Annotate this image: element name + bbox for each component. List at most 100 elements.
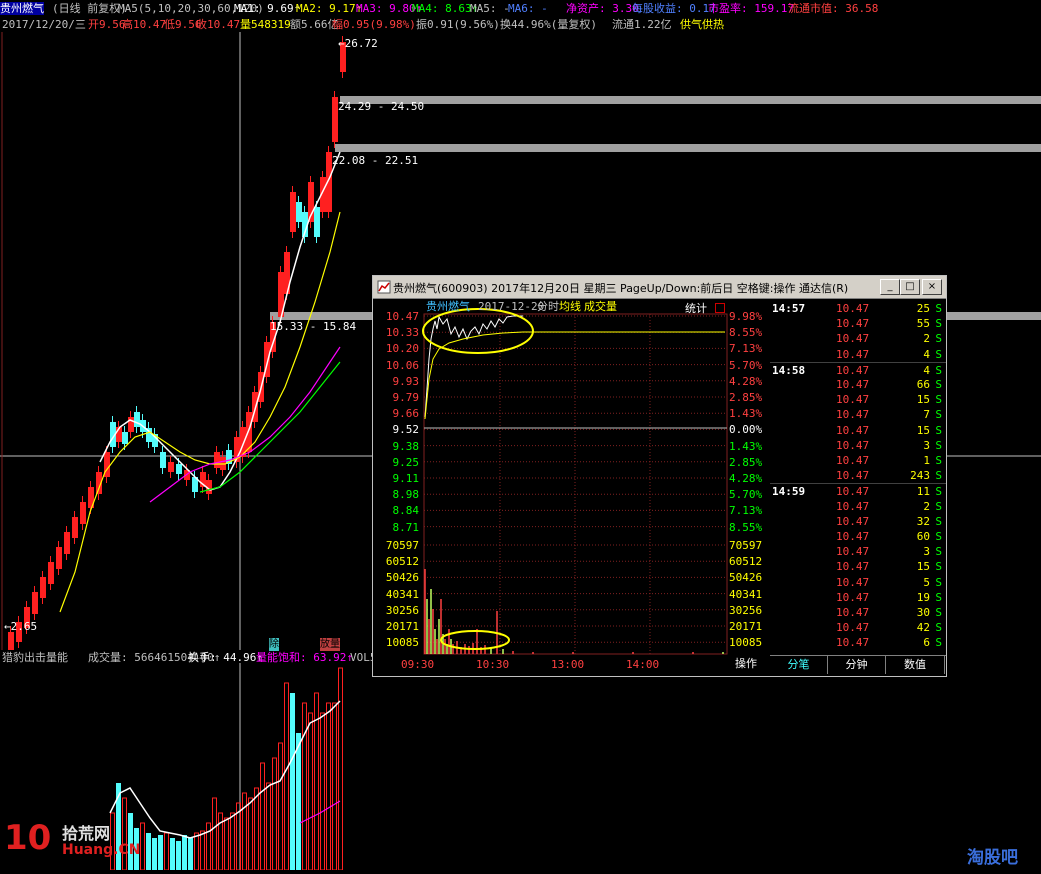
app-icon xyxy=(377,280,391,294)
tick-volume: 15 xyxy=(916,393,930,407)
logo-en: Huang.CN xyxy=(62,842,141,858)
tick-price: 10.47 xyxy=(836,317,870,331)
tick-time: 14:58 xyxy=(772,363,806,377)
minimize-icon[interactable]: _ xyxy=(880,279,900,295)
pct-tick-label: 4.28% xyxy=(729,374,763,388)
tick-direction: S xyxy=(935,514,942,528)
volume-bar xyxy=(242,792,247,871)
tick-price: 10.47 xyxy=(836,530,870,543)
volume-bar xyxy=(260,762,265,871)
tick-direction: S xyxy=(935,590,942,604)
price-tick-label: 8.71 xyxy=(392,520,420,534)
tick-direction: S xyxy=(935,485,942,499)
time-tick-label: 09:30 xyxy=(401,658,435,671)
stats-checkbox[interactable] xyxy=(715,303,725,313)
stock-name[interactable]: 贵州燃气 xyxy=(0,2,44,15)
info-float-shares: 流通1.22亿 xyxy=(612,18,672,31)
tick-direction: S xyxy=(935,393,942,407)
time-tick-label: 14:00 xyxy=(626,658,660,671)
tab-minutes[interactable]: 分钟 xyxy=(828,656,886,674)
candle-body xyxy=(168,462,174,472)
volume-tick-label: 30256 xyxy=(385,603,419,617)
tick-list[interactable]: 14:57 10.47 25 S 10.47 55 S 10.47 2 S 10.47 4 S 14:58… xyxy=(770,299,946,659)
pct-tick-label: 4.28% xyxy=(729,472,763,485)
tick-volume: 30 xyxy=(916,606,930,619)
pct-tick-label: 1.43% xyxy=(729,407,763,421)
candle-body xyxy=(8,632,14,652)
operate-button[interactable]: 操作 xyxy=(735,657,757,670)
low-price-marker: ←2.65 xyxy=(4,620,38,633)
volume-tick-label: 10085 xyxy=(385,636,419,650)
intraday-mode: 分时 xyxy=(537,300,559,313)
tick-volume: 2 xyxy=(923,499,930,513)
gap-label-2: 22.08 - 22.51 xyxy=(332,154,419,167)
pe-ratio: 市盈率: 159.17 xyxy=(708,2,794,15)
stats-button[interactable]: 统计 xyxy=(685,302,707,315)
avg-line xyxy=(424,331,725,420)
tick-row: 10.47 3 S xyxy=(770,438,946,453)
info-concept: 供气供热 xyxy=(680,18,724,31)
volume-bar xyxy=(194,832,199,871)
intraday-popup-window[interactable]: 贵州燃气(600903) 2017年12月20日 星期三 PageUp/Down… xyxy=(372,275,947,677)
tick-tabs: 分笔 分钟 数值 xyxy=(770,655,946,676)
maximize-icon[interactable]: □ xyxy=(900,279,920,295)
pct-tick-label: 9.98% xyxy=(729,310,763,323)
tick-row: 10.47 66 S xyxy=(770,377,946,392)
tick-price: 10.47 xyxy=(836,575,870,589)
pct-tick-label: 7.13% xyxy=(729,342,763,356)
tick-volume: 5 xyxy=(923,575,930,589)
tick-row: 10.47 19 S xyxy=(770,590,946,605)
tick-row: 10.47 42 S xyxy=(770,620,946,635)
tab-ticks[interactable]: 分笔 xyxy=(770,656,828,674)
volume-bar xyxy=(170,838,175,870)
info-change: 幅0.95(9.98%) xyxy=(332,18,416,31)
price-tick-label: 9.66 xyxy=(392,407,420,421)
high-price-marker: ←26.72 xyxy=(338,37,378,50)
volume-chart[interactable] xyxy=(0,663,1041,871)
gap-label-3: 15.33 - 15.84 xyxy=(270,320,357,333)
ma6-value: MA6: - xyxy=(508,2,548,15)
volume-tick-label-right: 50426 xyxy=(729,571,763,585)
vol-ma-line xyxy=(109,700,341,839)
intraday-volume-bars xyxy=(424,569,724,654)
volume-bar xyxy=(152,838,157,870)
close-icon[interactable]: × xyxy=(922,279,942,295)
ohlc-info-bar: 2017/12/20/三 开9.56 高10.47 低9.56 收10.47 量… xyxy=(0,17,1041,32)
watermark-logo-left: 10 拾荒网 Huang.CN xyxy=(4,818,144,866)
pct-tick-label: 7.13% xyxy=(729,504,763,518)
tick-direction: S xyxy=(935,499,942,513)
candle-body xyxy=(128,417,134,432)
pct-tick-label: 0.00% xyxy=(729,423,763,437)
tick-price: 10.47 xyxy=(836,454,870,467)
volume-bar xyxy=(284,682,289,871)
candle-body xyxy=(32,592,38,614)
ma2-line xyxy=(59,211,341,613)
tick-price: 10.47 xyxy=(836,332,870,346)
ma5-value: MA5: - xyxy=(470,2,510,15)
volume-bar xyxy=(200,830,205,871)
info-amplitude: 振0.91(9.56%) xyxy=(416,18,500,31)
price-tick-label: 10.47 xyxy=(385,310,419,323)
info-high: 高10.47 xyxy=(122,18,167,31)
price-tick-label: 9.11 xyxy=(392,472,420,485)
time-tick-label: 13:00 xyxy=(551,658,585,671)
tick-direction: S xyxy=(935,332,942,346)
tick-price: 10.47 xyxy=(836,545,870,559)
popup-titlebar[interactable]: 贵州燃气(600903) 2017年12月20日 星期三 PageUp/Down… xyxy=(373,276,946,299)
net-assets: 净资产: 3.30 xyxy=(566,2,639,15)
volume-svg xyxy=(109,663,343,871)
gap-label-1: 24.29 - 24.50 xyxy=(338,100,425,113)
volume-tick-label: 50426 xyxy=(385,571,419,585)
info-turnover: 换44.96%(量复权) xyxy=(500,18,597,31)
tick-direction: S xyxy=(935,469,942,483)
tick-row: 10.47 15 S xyxy=(770,392,946,407)
tick-volume: 6 xyxy=(923,636,930,650)
intraday-chart[interactable]: 贵州燃气 2017-12-20 分时 均线 成交量 统计 操作 10.47 9.9… xyxy=(373,299,770,675)
volume-bar xyxy=(296,733,301,870)
tab-values[interactable]: 数值 xyxy=(886,656,945,674)
volume-bars xyxy=(110,667,343,871)
tick-volume: 3 xyxy=(923,438,930,452)
volume-tick-label-right: 60512 xyxy=(729,555,763,569)
tick-direction: S xyxy=(935,545,942,559)
logo-number: 10 xyxy=(4,818,52,858)
